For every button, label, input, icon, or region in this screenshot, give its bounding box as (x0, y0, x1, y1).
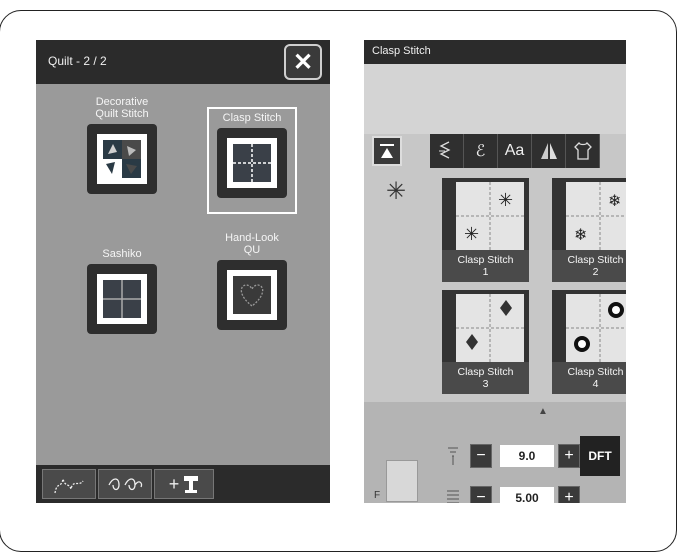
hand-look-quilt-button[interactable] (217, 260, 287, 330)
svg-text:✳: ✳ (498, 190, 513, 211)
clasp-stitch-screen: Clasp Stitch ℰ Aa ✳ ✳ ✳ Clasp Stitch 1 ❄… (364, 40, 626, 503)
dft-button[interactable]: DFT (580, 436, 620, 476)
stipple-icon (54, 478, 84, 494)
mirror-tab[interactable] (532, 134, 566, 168)
stitch-width-value: 9.0 (500, 445, 554, 467)
close-icon: ✕ (292, 49, 314, 76)
foot-letter: F (374, 490, 381, 501)
flower-border-button[interactable] (98, 469, 152, 499)
stitch-grid-1: ✳ ✳ (456, 182, 524, 250)
tile-label: Sashiko (102, 248, 142, 260)
zigzag-icon (438, 141, 450, 159)
decorative-quilt-stitch-tile[interactable]: Decorative Quilt Stitch (62, 96, 182, 194)
clasp-stitch-button[interactable] (217, 128, 287, 198)
stipple-button[interactable] (42, 469, 96, 499)
clasp-stitch-tile[interactable]: Clasp Stitch (192, 112, 312, 198)
pattern-icon: ℰ (475, 143, 486, 160)
plus-label: + (168, 473, 180, 494)
stitch-width-icon (448, 447, 458, 465)
mirror-icon (540, 143, 557, 159)
screen-title: Clasp Stitch (372, 45, 431, 57)
presser-foot-icon (386, 460, 418, 502)
flower-border-icon (108, 478, 143, 491)
stitch-card-2[interactable]: ❄ ❄ Clasp Stitch 2 (552, 178, 626, 282)
tile-label: Hand-Look QU (225, 232, 279, 256)
sashiko-button[interactable] (87, 264, 157, 334)
svg-text:❄: ❄ (574, 225, 587, 244)
screen-title: Quilt - 2 / 2 (48, 54, 107, 68)
add-presser-foot-button[interactable]: + (154, 469, 214, 499)
sashiko-icon (103, 280, 141, 318)
decorative-quilt-stitch-button[interactable] (87, 124, 157, 194)
close-button[interactable]: ✕ (284, 44, 322, 80)
svg-text:❄: ❄ (608, 191, 621, 210)
stitch-selection-icon (380, 144, 394, 158)
quilt-menu-screen: Quilt - 2 / 2 ✕ Decorative Quilt Stitch (36, 40, 330, 503)
length-minus-button[interactable]: − (470, 486, 492, 503)
zigzag-tab[interactable] (430, 134, 464, 168)
up-arrow-icon[interactable]: ▲ (538, 406, 548, 417)
clasp-stitch-icon (233, 144, 271, 182)
sashiko-tile[interactable]: Sashiko (62, 248, 182, 334)
left-bottom-toolbar: + (36, 465, 330, 503)
width-minus-button[interactable]: − (470, 444, 492, 468)
hand-look-quilt-tile[interactable]: Hand-Look QU (192, 232, 312, 330)
svg-text:✳: ✳ (464, 224, 479, 245)
stitch-grid-3 (456, 294, 524, 362)
stitch-card-4[interactable]: Clasp Stitch 4 (552, 290, 626, 394)
tile-label: Decorative Quilt Stitch (95, 96, 149, 120)
stitch-label: Clasp Stitch 4 (552, 362, 626, 394)
stitch-grid-4 (566, 294, 626, 362)
stitch-length-icon (447, 490, 459, 503)
hand-look-quilt-icon (233, 276, 271, 314)
asterisk-icon: ✳ (386, 178, 407, 205)
right-header: Clasp Stitch (364, 40, 626, 64)
length-plus-button[interactable]: + (558, 486, 580, 503)
stitch-label: Clasp Stitch 3 (442, 362, 529, 394)
add-presser-foot-icon (184, 476, 199, 493)
left-header: Quilt - 2 / 2 ✕ (36, 40, 330, 84)
shirt-tab[interactable] (566, 134, 600, 168)
stitch-grid-2: ❄ ❄ (566, 182, 626, 250)
alphabet-label: Aa (504, 142, 525, 159)
alphabet-tab[interactable]: Aa (498, 134, 532, 168)
stitch-card-3[interactable]: Clasp Stitch 3 (442, 290, 529, 394)
stitch-length-value: 5.00 (500, 487, 554, 503)
shirt-icon (573, 141, 592, 160)
stitch-label: Clasp Stitch 2 (552, 250, 626, 282)
pattern-tab[interactable]: ℰ (464, 134, 498, 168)
stitch-label: Clasp Stitch 1 (442, 250, 529, 282)
preview-strip (364, 64, 626, 134)
width-plus-button[interactable]: + (558, 444, 580, 468)
stitch-card-1[interactable]: ✳ ✳ Clasp Stitch 1 (442, 178, 529, 282)
stitch-selection-tab[interactable] (372, 136, 402, 166)
decorative-quilt-icon (103, 140, 141, 178)
tile-label: Clasp Stitch (222, 112, 282, 124)
